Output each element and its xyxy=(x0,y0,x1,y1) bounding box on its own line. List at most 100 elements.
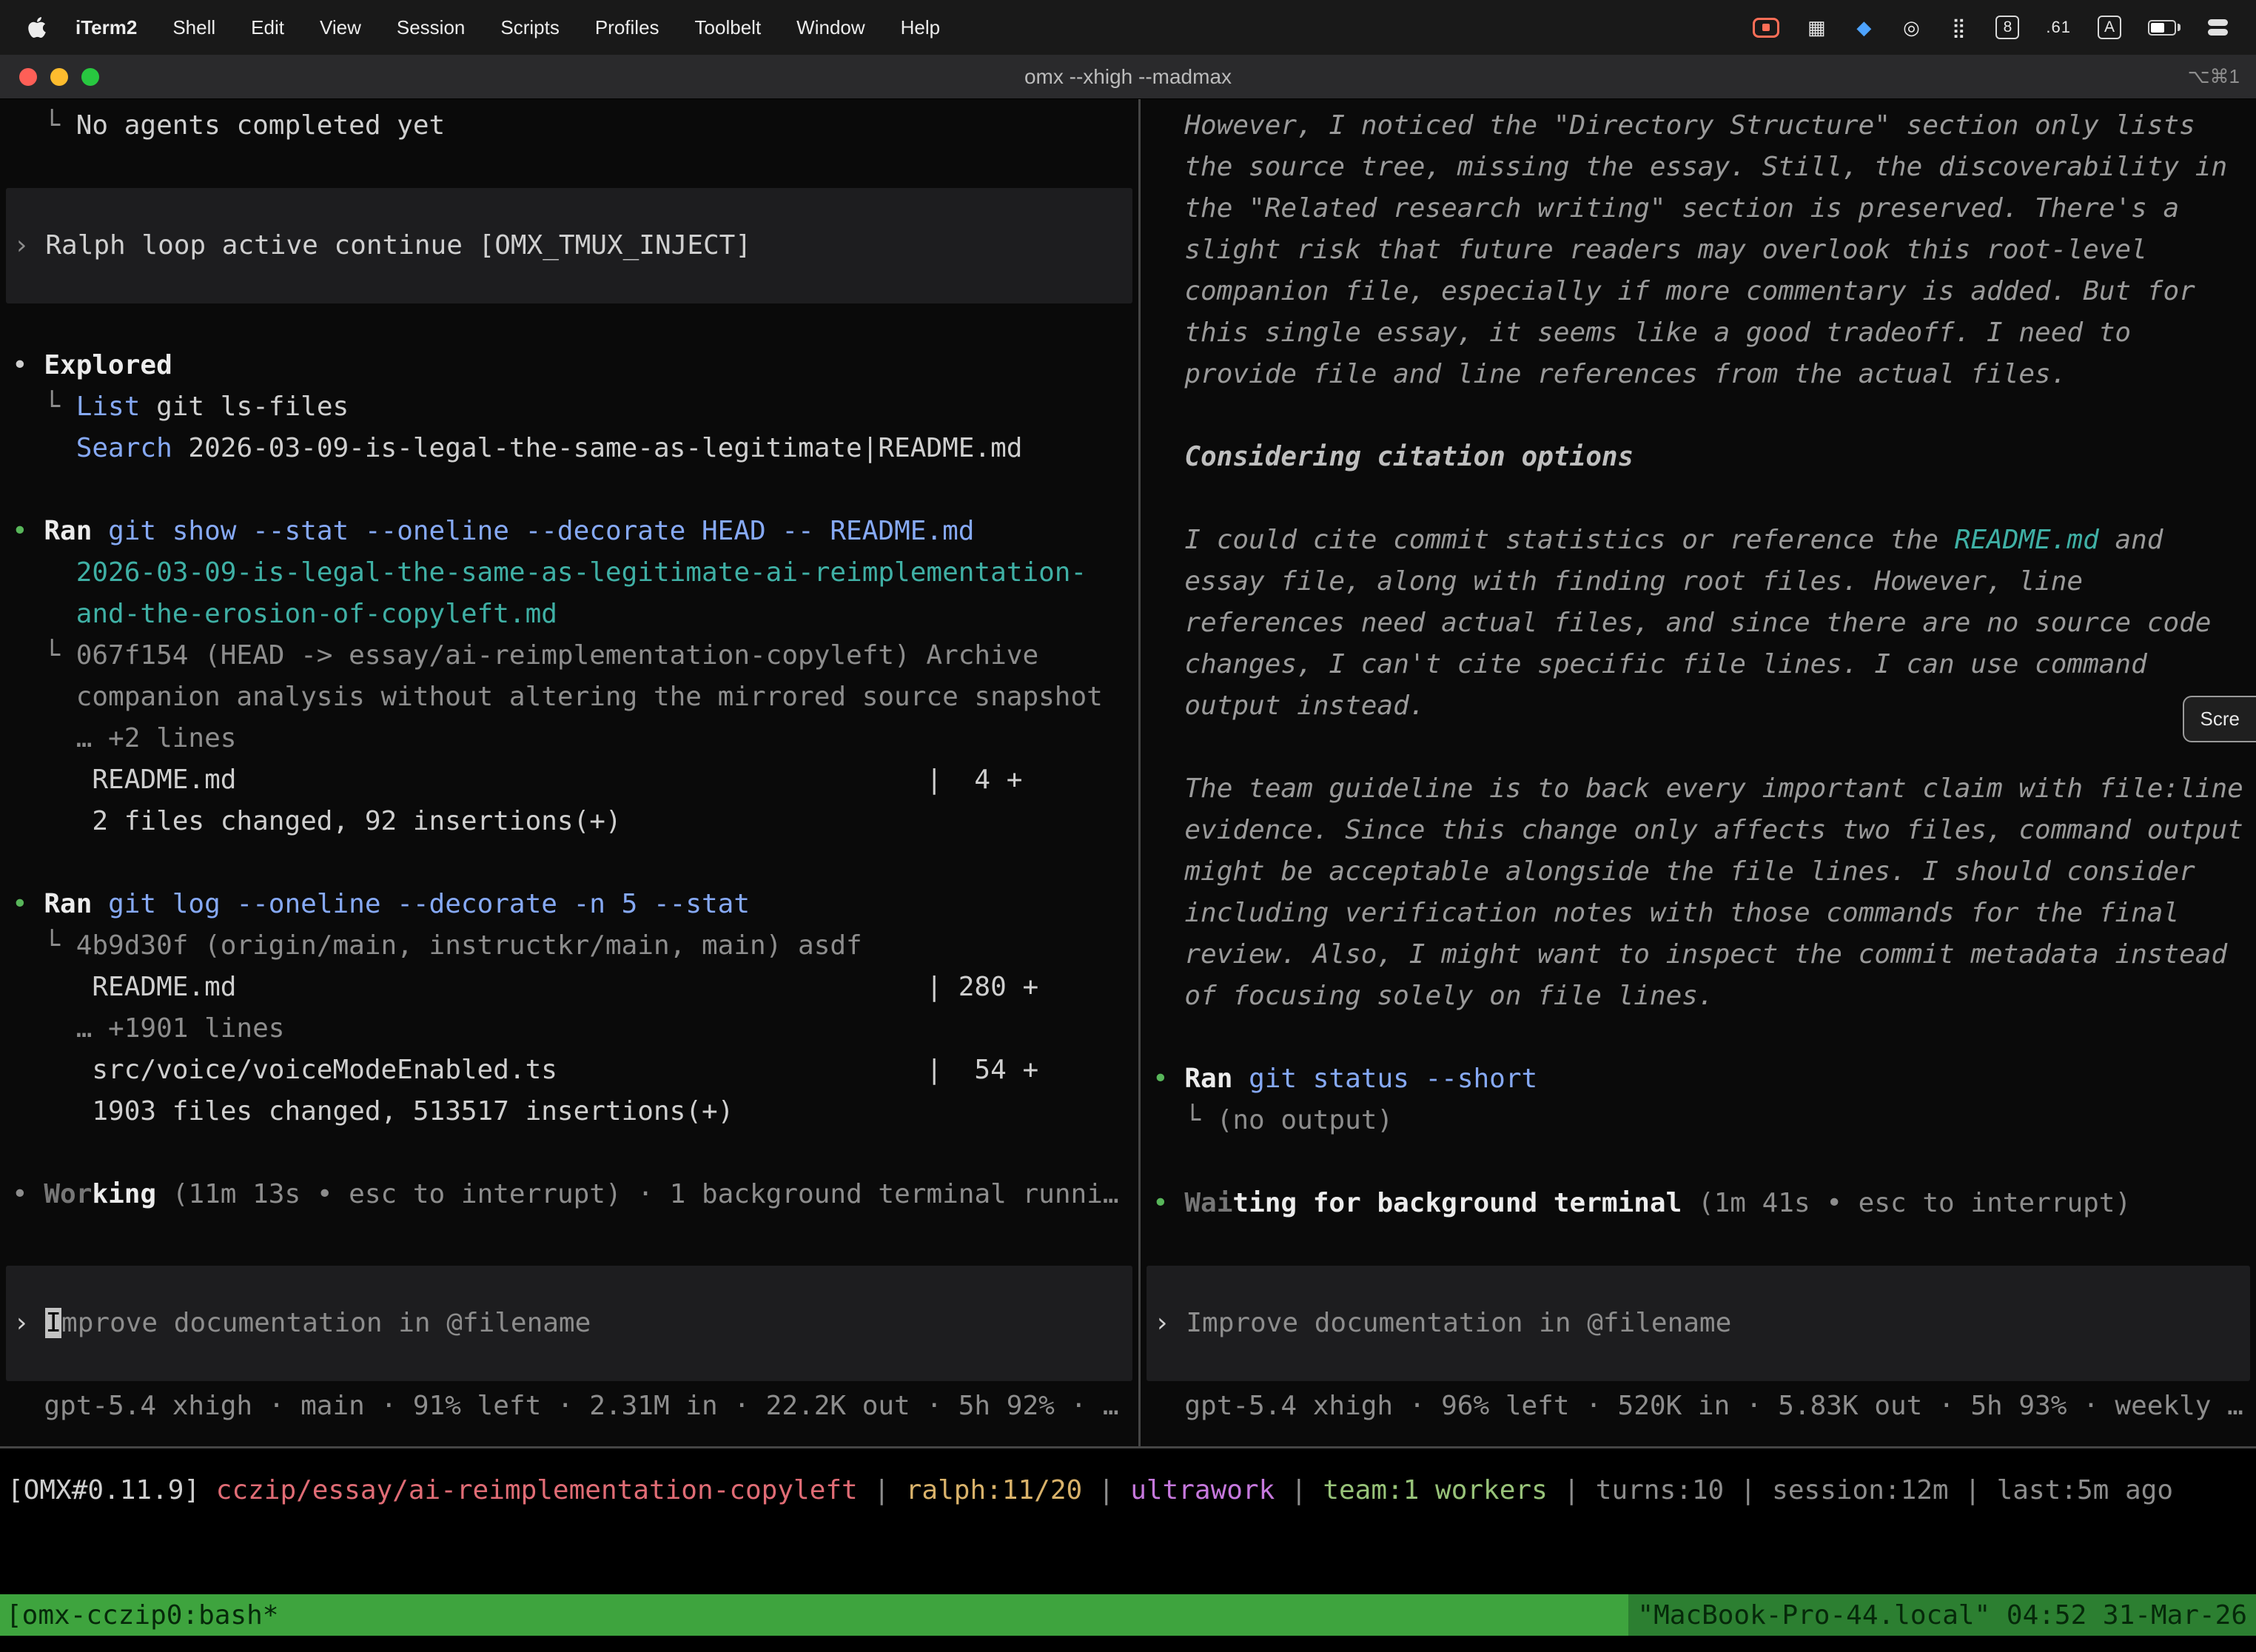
input-source-icon[interactable]: A xyxy=(2098,16,2121,39)
menu-item-view[interactable]: View xyxy=(302,16,379,38)
text-segment: Considering citation options xyxy=(1152,442,1634,472)
text-segment: of focusing solely on file lines. xyxy=(1152,981,1714,1011)
text-segment: The team guideline is to back every impo… xyxy=(1152,773,2243,804)
tmux-session-window-label: [omx-cczip0:bash* xyxy=(0,1600,278,1631)
text-segment: └ 4b9d30f (origin/main, instructkr/main,… xyxy=(12,930,862,961)
battery-fill xyxy=(2151,23,2164,33)
toggle-bar xyxy=(2208,19,2228,26)
blank-line xyxy=(0,303,1138,345)
text-segment: [OMX#0.11.9] xyxy=(7,1475,216,1505)
menu-item-help[interactable]: Help xyxy=(883,16,958,38)
text-segment: List xyxy=(76,392,141,422)
window-titlebar: omx --xhigh --madmax ⌥⌘1 xyxy=(0,55,2256,99)
menu-item-window[interactable]: Window xyxy=(779,16,882,38)
terminal-line: 1903 files changed, 513517 insertions(+) xyxy=(0,1091,1138,1132)
terminal-line: └ List git ls-files xyxy=(0,386,1138,428)
blank-line xyxy=(0,147,1138,188)
terminal-line: of focusing solely on file lines. xyxy=(1141,976,2256,1017)
terminal-line: 2 files changed, 92 insertions(+) xyxy=(0,801,1138,842)
menu-item-toolbelt[interactable]: Toolbelt xyxy=(677,16,779,38)
minimize-button[interactable] xyxy=(50,68,68,86)
window-shortcut-badge: ⌥⌘1 xyxy=(2188,65,2256,88)
text-segment: | turns:10 | session:12m | last:5m ago xyxy=(1548,1475,2173,1505)
terminal-line: might be acceptable alongside the file l… xyxy=(1141,851,2256,893)
toggle-bar xyxy=(2208,29,2228,36)
text-segment: 2 files changed, 92 insertions(+) xyxy=(12,806,622,836)
terminal-line: … +1901 lines xyxy=(0,1008,1138,1050)
text-segment: this single essay, it seems like a good … xyxy=(1152,318,2131,348)
raycast-icon[interactable]: ◆ xyxy=(1853,13,1874,41)
text-segment: might be acceptable alongside the file l… xyxy=(1152,856,2195,887)
text-segment: git status --short xyxy=(1232,1064,1537,1094)
prompt-input[interactable]: › Improve documentation in @filename xyxy=(1147,1266,2250,1381)
agents-completed-line: └ No agents completed yet xyxy=(0,105,1138,147)
text-segment: └ (no output) xyxy=(1152,1105,1393,1135)
prompt-input[interactable]: › Improve documentation in @filename xyxy=(6,1266,1132,1381)
terminal-area: └ No agents completed yet › Ralph loop a… xyxy=(0,99,2256,1448)
tmux-pane-right[interactable]: However, I noticed the "Directory Struct… xyxy=(1141,99,2256,1446)
screen-recording-icon[interactable] xyxy=(1753,18,1779,38)
text-segment: | xyxy=(1275,1475,1323,1505)
tmux-pane-left[interactable]: └ No agents completed yet › Ralph loop a… xyxy=(0,99,1138,1446)
menu-item-edit[interactable]: Edit xyxy=(233,16,302,38)
apple-menu-icon[interactable] xyxy=(21,16,53,39)
battery-icon[interactable] xyxy=(2148,13,2181,41)
text-segment: Improve documentation in @filename xyxy=(1186,1308,1731,1338)
ran-git-show-line: • Ran git show --stat --oneline --decora… xyxy=(0,511,1138,552)
terminal-line: this single essay, it seems like a good … xyxy=(1141,312,2256,354)
terminal-line: companion analysis without altering the … xyxy=(0,676,1138,718)
terminal-line: └ 4b9d30f (origin/main, instructkr/main,… xyxy=(0,925,1138,967)
text-segment: Wai xyxy=(1184,1188,1232,1218)
ralph-loop-banner: › Ralph loop active continue [OMX_TMUX_I… xyxy=(6,225,1132,266)
text-segment: Wor xyxy=(44,1179,92,1209)
omx-session-status-line: [OMX#0.11.9] cczip/essay/ai-reimplementa… xyxy=(0,1470,2256,1511)
terminal-line: README.md | 280 + xyxy=(0,967,1138,1008)
menu-item-shell[interactable]: Shell xyxy=(155,16,233,38)
text-segment: slight risk that future readers may over… xyxy=(1152,235,2147,265)
text-segment: evidence. Since this change only affects… xyxy=(1152,815,2243,845)
text-segment: provide file and line references from th… xyxy=(1152,359,2067,389)
terminal-line: README.md | 4 + xyxy=(0,759,1138,801)
menu-item-profiles[interactable]: Profiles xyxy=(577,16,677,38)
text-segment: … +2 lines xyxy=(12,723,236,753)
ralph-loop-banner[interactable]: › Ralph loop active continue [OMX_TMUX_I… xyxy=(6,188,1132,303)
text-segment: ting for background terminal xyxy=(1232,1188,1682,1218)
control-center-icon[interactable] xyxy=(2207,13,2228,41)
text-segment: 2026-03-09-is-legal-the-same-as-legitima… xyxy=(172,433,1023,463)
terminal-line: and-the-erosion-of-copyleft.md xyxy=(0,594,1138,635)
text-segment: git show --stat --oneline --decorate HEA… xyxy=(92,516,974,546)
app-circle-icon[interactable]: ◎ xyxy=(1901,13,1921,41)
close-button[interactable] xyxy=(19,68,37,86)
terminal-line: 2026-03-09-is-legal-the-same-as-legitima… xyxy=(0,552,1138,594)
ran-git-status-line: • Ran git status --short xyxy=(1141,1058,2256,1100)
dots-grid-icon[interactable]: ⣿ xyxy=(1948,13,1969,41)
text-segment: the "Related research writing" section i… xyxy=(1152,193,2179,224)
text-segment: cczip/essay/ai-reimplementation-copyleft xyxy=(216,1475,858,1505)
keyboard-icon[interactable]: ▦ xyxy=(1806,13,1827,41)
text-segment: review. Also, I might want to inspect th… xyxy=(1152,939,2227,970)
model-status-line: gpt-5.4 xhigh · 96% left · 520K in · 5.8… xyxy=(1141,1386,2256,1427)
menu-item-scripts[interactable]: Scripts xyxy=(483,16,577,38)
prompt-input: › Improve documentation in @filename xyxy=(6,1303,1132,1344)
text-segment: Ralph loop active continue [OMX_TMUX_INJ… xyxy=(45,230,751,261)
text-segment: | xyxy=(858,1475,906,1505)
text-segment: I could cite commit statistics or refere… xyxy=(1152,525,1955,555)
battery-percent-badge[interactable]: .61 xyxy=(2046,13,2071,41)
record-dot xyxy=(1762,24,1770,31)
terminal-line: output instead. xyxy=(1141,685,2256,727)
terminal-line: slight risk that future readers may over… xyxy=(1141,229,2256,271)
menu-item-session[interactable]: Session xyxy=(379,16,483,38)
menubar-app-name[interactable]: iTerm2 xyxy=(58,16,155,39)
terminal-line: I could cite commit statistics or refere… xyxy=(1141,520,2256,561)
zoom-button[interactable] xyxy=(81,68,99,86)
text-segment: README.md xyxy=(1955,525,2099,555)
text-segment: No agents completed yet xyxy=(76,110,446,141)
blank-line xyxy=(1141,727,2256,768)
text-segment: mprove documentation in @filename xyxy=(61,1308,591,1338)
text-segment: gpt-5.4 xhigh · main · 91% left · 2.31M … xyxy=(12,1391,1119,1421)
terminal-line: … +2 lines xyxy=(0,718,1138,759)
terminal-line: review. Also, I might want to inspect th… xyxy=(1141,934,2256,976)
key-icon[interactable]: 8 xyxy=(1995,16,2019,39)
text-segment: essay file, along with finding root file… xyxy=(1152,566,2083,597)
tmux-status-bar: [omx-cczip0:bash* "MacBook-Pro-44.local"… xyxy=(0,1594,2256,1636)
